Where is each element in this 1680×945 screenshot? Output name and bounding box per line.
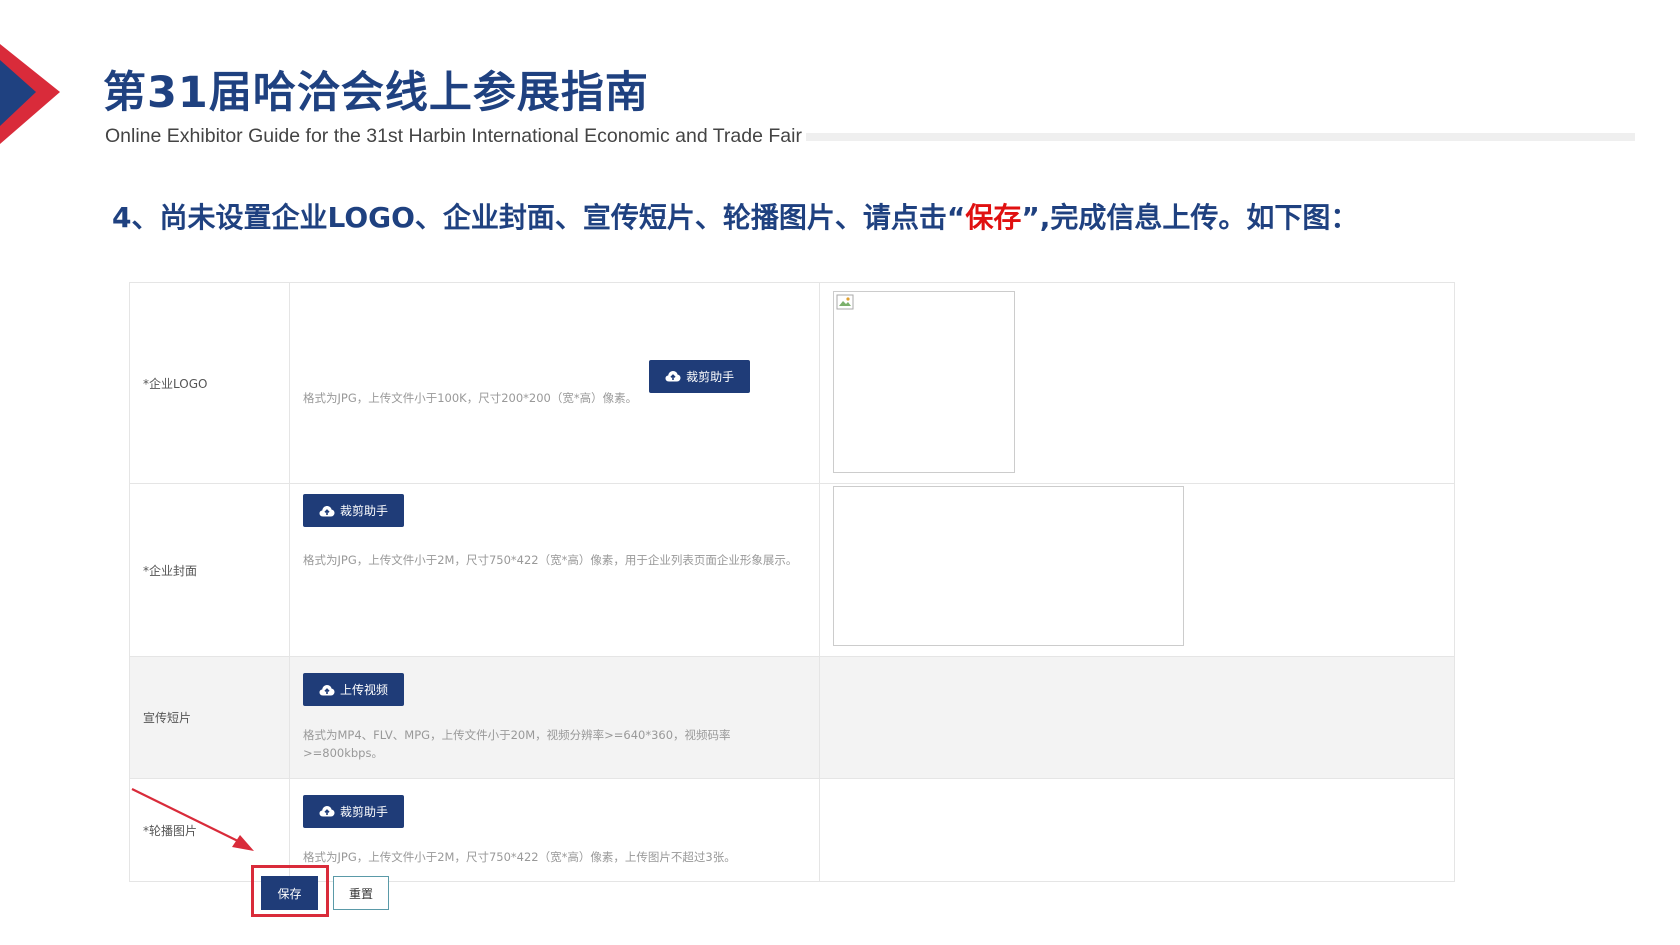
instruction-highlight: 保存 xyxy=(965,201,1022,234)
cover-preview xyxy=(833,486,1184,646)
row-hint: 格式为JPG，上传文件小于2M，尺寸750*422（宽*高）像素，上传图片不超过… xyxy=(303,849,736,864)
row-control: 上传视频 格式为MP4、FLV、MPG，上传文件小于20M，视频分辨率>=640… xyxy=(289,656,820,779)
upload-form-table: *企业LOGO 格式为JPG，上传文件小于100K，尺寸200*200（宽*高）… xyxy=(129,282,1455,882)
row-label: *企业封面 xyxy=(129,483,290,657)
row-control: 裁剪助手 格式为JPG，上传文件小于2M，尺寸750*422（宽*高）像素，用于… xyxy=(289,483,820,657)
crop-helper-label: 裁剪助手 xyxy=(686,369,735,384)
row-hint: 格式为JPG，上传文件小于100K，尺寸200*200（宽*高）像素。 xyxy=(303,390,638,405)
upload-video-button[interactable]: 上传视频 xyxy=(303,673,405,706)
instruction-before: 4、尚未设置企业LOGO、企业封面、宣传短片、轮播图片、请点击“ xyxy=(112,201,966,234)
row-preview-cell xyxy=(819,483,1455,657)
row-hint: 格式为JPG，上传文件小于2M，尺寸750*422（宽*高）像素，用于企业列表页… xyxy=(303,553,798,567)
row-hint: 格式为MP4、FLV、MPG，上传文件小于20M，视频分辨率>=640*360，… xyxy=(303,728,731,760)
annotation-arrow-icon xyxy=(131,788,254,851)
form-row-logo: *企业LOGO 格式为JPG，上传文件小于100K，尺寸200*200（宽*高）… xyxy=(129,282,1455,484)
crop-helper-button[interactable]: 裁剪助手 xyxy=(649,359,751,393)
row-control: 格式为JPG，上传文件小于100K，尺寸200*200（宽*高）像素。 裁剪助手 xyxy=(289,282,820,484)
row-control: 裁剪助手 格式为JPG，上传文件小于2M，尺寸750*422（宽*高）像素，上传… xyxy=(289,778,820,882)
broken-image-icon xyxy=(836,294,854,310)
page-title: 第31届哈洽会线上参展指南 xyxy=(103,68,649,118)
row-label: *企业LOGO xyxy=(129,282,290,484)
instruction-after: ”,完成信息上传。如下图： xyxy=(1021,201,1359,234)
crop-helper-label: 裁剪助手 xyxy=(340,504,389,518)
upload-video-label: 上传视频 xyxy=(340,683,389,697)
row-label: 宣传短片 xyxy=(129,656,290,779)
save-button[interactable]: 保存 xyxy=(261,876,318,910)
instruction-text: 4、尚未设置企业LOGO、企业封面、宣传短片、轮播图片、请点击“保存”,完成信息… xyxy=(112,196,1358,236)
form-row-video: 宣传短片 上传视频 格式为MP4、FLV、MPG，上传文件小于20M，视频分辨率… xyxy=(129,656,1455,779)
form-row-cover: *企业封面 裁剪助手 格式为JPG，上传文件小于2M，尺寸750*422（宽*高… xyxy=(129,483,1455,657)
crop-helper-label: 裁剪助手 xyxy=(340,804,389,819)
cloud-upload-icon xyxy=(319,505,335,516)
cloud-upload-icon xyxy=(319,684,335,695)
crop-helper-button[interactable]: 裁剪助手 xyxy=(303,794,405,828)
page-subtitle: Online Exhibitor Guide for the 31st Harb… xyxy=(105,125,806,148)
cloud-upload-icon xyxy=(319,806,335,817)
crop-helper-button[interactable]: 裁剪助手 xyxy=(303,494,405,527)
row-preview-cell xyxy=(819,778,1455,882)
row-preview-cell xyxy=(819,656,1455,779)
reset-button[interactable]: 重置 xyxy=(333,876,389,910)
row-preview-cell xyxy=(819,282,1455,484)
corner-triangle-icon xyxy=(0,44,60,144)
cloud-upload-icon xyxy=(665,371,681,382)
logo-preview xyxy=(833,291,1015,473)
